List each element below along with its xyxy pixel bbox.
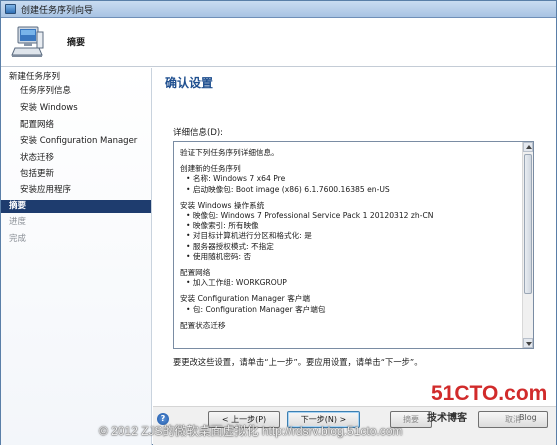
computer-icon — [11, 26, 44, 57]
nav-item-install-applications: 安装应用程序 — [20, 185, 72, 195]
watermark-logo: 51CTO.com — [431, 382, 548, 405]
nav-item-configure-network: 配置网络 — [20, 120, 55, 130]
wizard-window: 创建任务序列向导 摘要 新建任务序列 任务序列信息 安装 Windows 配置网… — [0, 0, 557, 445]
header-page-heading: 摘要 — [67, 38, 86, 48]
nav-item-install-config-manager: 安装 Configuration Manager — [20, 136, 138, 146]
details-item: 启动映像包: Boot image (x86) 6.1.7600.16385 e… — [180, 185, 523, 195]
watermark-copyright: © 2012 ZJS的微软桌面虚拟化 http://rdsrv.blog.51c… — [99, 424, 403, 438]
title-bar[interactable]: 创建任务序列向导 — [1, 1, 556, 18]
watermark-subtitle: 技术博客 — [427, 413, 467, 424]
instruction-hint: 要更改这些设置，请单击“上一步”。要应用设置，请单击“下一步”。 — [173, 357, 423, 367]
nav-item-completion: 完成 — [9, 234, 27, 244]
nav-item-progress: 进度 — [9, 217, 27, 227]
details-section-title: 安装 Windows 操作系统 — [180, 200, 265, 210]
details-section-title: 安装 Configuration Manager 客户端 — [180, 294, 310, 304]
details-section-title: 创建新的任务序列 — [180, 164, 241, 174]
scroll-up-arrow-icon[interactable] — [523, 142, 533, 152]
details-item: 包: Configuration Manager 客户端包 — [180, 305, 523, 315]
details-item: 服务器授权模式: 不指定 — [180, 242, 523, 252]
watermark-blog: Blog — [519, 413, 537, 422]
wizard-nav: 新建任务序列 任务序列信息 安装 Windows 配置网络 安装 Configu… — [1, 68, 152, 445]
nav-item-install-windows: 安装 Windows — [20, 103, 78, 113]
wizard-header: 摘要 — [1, 18, 556, 67]
nav-item-new-task-sequence: 新建任务序列 — [9, 72, 61, 82]
details-item: 对目标计算机进行分区和格式化: 是 — [180, 231, 523, 241]
details-section-title: 配置状态迁移 — [180, 320, 226, 330]
details-intro: 验证下列任务序列详细信息。 — [180, 148, 279, 157]
scroll-thumb[interactable] — [524, 154, 532, 294]
nav-item-include-updates: 包括更新 — [20, 169, 55, 179]
window-title: 创建任务序列向导 — [21, 6, 94, 16]
scroll-down-arrow-icon[interactable] — [523, 338, 533, 348]
details-scrollbar[interactable] — [522, 142, 533, 348]
wizard-app-icon — [5, 4, 16, 14]
details-textbox[interactable]: 验证下列任务序列详细信息。 创建新的任务序列 名称: Windows 7 x64… — [173, 141, 534, 349]
details-item: 映像包: Windows 7 Professional Service Pack… — [180, 211, 523, 221]
details-label: 详细信息(D): — [173, 128, 224, 138]
details-section-title: 配置网络 — [180, 268, 211, 278]
details-item: 使用随机密码: 否 — [180, 252, 523, 262]
nav-item-summary: 摘要 — [1, 200, 151, 213]
nav-item-state-migration: 状态迁移 — [20, 153, 55, 163]
content-title: 确认设置 — [165, 76, 214, 90]
cancel-button[interactable]: 取消 — [478, 411, 548, 428]
nav-item-task-sequence-info: 任务序列信息 — [20, 86, 72, 96]
details-item: 映像索引: 所有映像 — [180, 221, 523, 231]
details-item: 加入工作组: WORKGROUP — [180, 278, 523, 288]
details-item: 名称: Windows 7 x64 Pre — [180, 174, 523, 184]
details-text: 验证下列任务序列详细信息。 创建新的任务序列 名称: Windows 7 x64… — [174, 142, 523, 348]
